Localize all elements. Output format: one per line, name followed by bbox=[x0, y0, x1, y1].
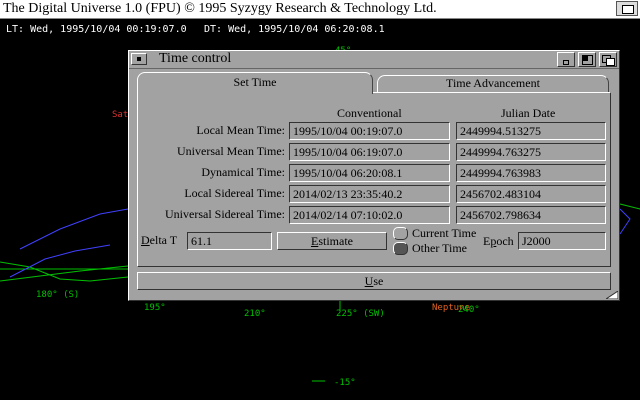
time-control-window: Time control Set Time Time Advancement C… bbox=[128, 50, 620, 301]
local-mean-time-julian-field[interactable]: 2449994.513275 bbox=[456, 122, 606, 140]
local-sidereal-time-julian-field[interactable]: 2456702.483104 bbox=[456, 185, 606, 203]
other-time-radio[interactable] bbox=[393, 242, 408, 255]
tab-set-time[interactable]: Set Time bbox=[137, 72, 373, 94]
epoch-field[interactable]: J2000 bbox=[518, 232, 606, 250]
delta-t-label: Delta T bbox=[141, 233, 178, 247]
delta-t-field[interactable]: 61.1 bbox=[187, 232, 272, 250]
current-time-radio-label: Current Time bbox=[412, 226, 477, 240]
zoom-icon[interactable] bbox=[578, 52, 596, 67]
constellation-line-1 bbox=[19, 208, 129, 250]
window-title: Time control bbox=[159, 51, 232, 66]
window-title-bar[interactable]: Time control bbox=[129, 51, 619, 69]
az-label-195: 195° bbox=[144, 303, 166, 313]
row-label-universal-sidereal-time: Universal Sidereal Time: bbox=[165, 207, 285, 221]
az-label-225: 225° (SW) bbox=[336, 309, 385, 319]
dynamical-time-conventional-field[interactable]: 1995/10/04 06:20:08.1 bbox=[289, 164, 450, 182]
close-icon[interactable] bbox=[131, 53, 147, 65]
tab-time-advancement[interactable]: Time Advancement bbox=[377, 75, 609, 92]
alt-label-minus15: -15° bbox=[334, 378, 356, 388]
universal-sidereal-time-conventional-field[interactable]: 2014/02/14 07:10:02.0 bbox=[289, 206, 450, 224]
current-time-radio[interactable] bbox=[393, 227, 408, 240]
depth-icon[interactable] bbox=[599, 52, 617, 67]
row-label-dynamical-time: Dynamical Time: bbox=[201, 165, 285, 179]
column-header-conventional: Conventional bbox=[337, 106, 402, 120]
universal-sidereal-time-julian-field[interactable]: 2456702.798634 bbox=[456, 206, 606, 224]
epoch-label: Epoch bbox=[483, 234, 514, 248]
az-label-210: 210° bbox=[244, 309, 266, 319]
screen-depth-gadget-icon[interactable] bbox=[616, 1, 638, 16]
horizon-line-right bbox=[619, 203, 640, 210]
constellation-line-2 bbox=[9, 244, 111, 278]
screen-title: The Digital Universe 1.0 (FPU) © 1995 Sy… bbox=[3, 1, 437, 16]
row-label-local-sidereal-time: Local Sidereal Time: bbox=[184, 186, 285, 200]
universal-mean-time-julian-field[interactable]: 2449994.763275 bbox=[456, 143, 606, 161]
planet-label-saturn[interactable]: Sat bbox=[112, 110, 128, 120]
universal-mean-time-conventional-field[interactable]: 1995/10/04 06:19:07.0 bbox=[289, 143, 450, 161]
estimate-button[interactable]: Estimate bbox=[277, 232, 387, 250]
constellation-line-3 bbox=[619, 208, 631, 235]
row-label-universal-mean-time: Universal Mean Time: bbox=[177, 144, 285, 158]
resize-handle-icon[interactable] bbox=[606, 291, 618, 299]
use-button[interactable]: Use bbox=[137, 272, 611, 290]
local-time-readout: LT: Wed, 1995/10/04 00:19:07.0 bbox=[6, 24, 187, 35]
column-header-julian: Julian Date bbox=[501, 106, 556, 120]
local-mean-time-conventional-field[interactable]: 1995/10/04 00:19:07.0 bbox=[289, 122, 450, 140]
row-label-local-mean-time: Local Mean Time: bbox=[196, 123, 285, 137]
local-sidereal-time-conventional-field[interactable]: 2014/02/13 23:35:40.2 bbox=[289, 185, 450, 203]
dynamical-time-julian-field[interactable]: 2449994.763983 bbox=[456, 164, 606, 182]
iconify-icon[interactable] bbox=[557, 52, 575, 67]
other-time-radio-label: Other Time bbox=[412, 241, 468, 255]
screen-title-bar: The Digital Universe 1.0 (FPU) © 1995 Sy… bbox=[0, 0, 640, 19]
az-label-240: 240° bbox=[458, 305, 480, 315]
dynamical-time-readout: DT: Wed, 1995/10/04 06:20:08.1 bbox=[204, 24, 385, 35]
az-label-180: 180° (S) bbox=[36, 290, 80, 300]
